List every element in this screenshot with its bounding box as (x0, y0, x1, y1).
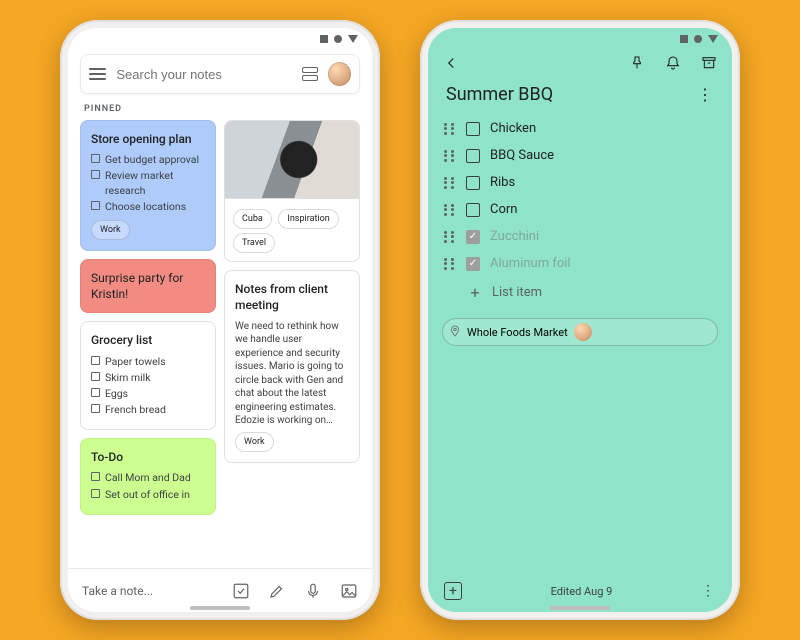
status-dropdown-icon (348, 35, 358, 43)
phone-left: PINNED Store opening plan Get budget app… (60, 20, 380, 620)
list-item[interactable]: Corn (442, 196, 718, 223)
status-signal-icon (680, 35, 688, 43)
note-chip[interactable]: Travel (233, 233, 275, 253)
note-todo[interactable]: To-Do Call Mom and Dad Set out of office… (80, 438, 216, 515)
checkbox[interactable] (466, 122, 480, 136)
note-image[interactable]: Cuba Inspiration Travel (224, 120, 360, 262)
drag-handle-icon[interactable] (444, 258, 456, 270)
collaborator-avatar[interactable] (574, 323, 592, 341)
note-store-opening[interactable]: Store opening plan Get budget approval R… (80, 120, 216, 251)
phone-right: Summer BBQ ⋮ Chicken BBQ Sauce Ribs (420, 20, 740, 620)
new-list-icon[interactable] (232, 582, 250, 600)
notes-list-screen: PINNED Store opening plan Get budget app… (68, 28, 372, 612)
notes-grid: Store opening plan Get budget approval R… (68, 120, 372, 568)
new-image-icon[interactable] (340, 582, 358, 600)
checkbox[interactable] (466, 257, 480, 271)
note-detail-screen: Summer BBQ ⋮ Chicken BBQ Sauce Ribs (428, 28, 732, 612)
note-surprise-party[interactable]: Surprise party for Kristin! (80, 259, 216, 313)
back-icon[interactable] (442, 54, 460, 72)
add-list-item[interactable]: + List item (442, 277, 718, 308)
menu-icon[interactable] (89, 68, 106, 80)
archive-icon[interactable] (700, 54, 718, 72)
home-indicator (190, 606, 250, 610)
edited-timestamp: Edited Aug 9 (551, 585, 613, 598)
new-drawing-icon[interactable] (268, 582, 286, 600)
plus-icon: + (468, 283, 482, 302)
status-signal-icon (320, 35, 328, 43)
drag-handle-icon[interactable] (444, 123, 456, 135)
note-title: Store opening plan (91, 131, 205, 147)
drag-handle-icon[interactable] (444, 177, 456, 189)
note-chip[interactable]: Work (235, 432, 274, 452)
pin-icon[interactable] (628, 54, 646, 72)
checkbox[interactable] (466, 176, 480, 190)
note-toolbar (428, 50, 732, 78)
list-item[interactable]: Aluminum foil (442, 250, 718, 277)
note-title: Grocery list (91, 332, 205, 348)
note-chip[interactable]: Inspiration (278, 209, 338, 229)
location-chip[interactable]: Whole Foods Market (442, 318, 718, 346)
search-bar[interactable] (80, 54, 360, 94)
checkbox[interactable] (466, 203, 480, 217)
new-audio-icon[interactable] (304, 582, 322, 600)
checkbox[interactable] (466, 149, 480, 163)
note-title: Notes from client meeting (235, 281, 349, 313)
account-avatar[interactable] (328, 62, 351, 86)
location-pin-icon (449, 325, 461, 340)
checklist: Chicken BBQ Sauce Ribs Corn Zucchini (428, 115, 732, 308)
list-item[interactable]: BBQ Sauce (442, 142, 718, 169)
location-label: Whole Foods Market (467, 326, 568, 339)
note-chip[interactable]: Work (91, 220, 130, 240)
note-chip[interactable]: Cuba (233, 209, 272, 229)
note-title[interactable]: Summer BBQ (446, 84, 553, 105)
pinned-section-label: PINNED (68, 102, 372, 120)
layout-toggle-icon[interactable] (302, 67, 317, 81)
status-dot-icon (334, 35, 342, 43)
take-note-input[interactable]: Take a note... (82, 584, 214, 598)
status-bar (428, 28, 732, 50)
checkbox[interactable] (466, 230, 480, 244)
drag-handle-icon[interactable] (444, 150, 456, 162)
note-title: To-Do (91, 449, 205, 465)
status-bar (68, 28, 372, 50)
more-icon[interactable]: ⋮ (701, 583, 716, 599)
list-item[interactable]: Ribs (442, 169, 718, 196)
list-item[interactable]: Zucchini (442, 223, 718, 250)
search-input[interactable] (116, 67, 292, 82)
status-dot-icon (694, 35, 702, 43)
note-title-row: Summer BBQ ⋮ (428, 78, 732, 115)
reminder-icon[interactable] (664, 54, 682, 72)
more-icon[interactable]: ⋮ (697, 85, 714, 104)
add-button[interactable]: + (444, 582, 462, 600)
drag-handle-icon[interactable] (444, 231, 456, 243)
drag-handle-icon[interactable] (444, 204, 456, 216)
note-grocery-list[interactable]: Grocery list Paper towels Skim milk Eggs… (80, 321, 216, 430)
status-dropdown-icon (708, 35, 718, 43)
note-client-meeting[interactable]: Notes from client meeting We need to ret… (224, 270, 360, 463)
note-thumbnail (225, 121, 359, 199)
home-indicator (550, 606, 610, 610)
list-item[interactable]: Chicken (442, 115, 718, 142)
note-body: We need to rethink how we handle user ex… (235, 320, 349, 428)
